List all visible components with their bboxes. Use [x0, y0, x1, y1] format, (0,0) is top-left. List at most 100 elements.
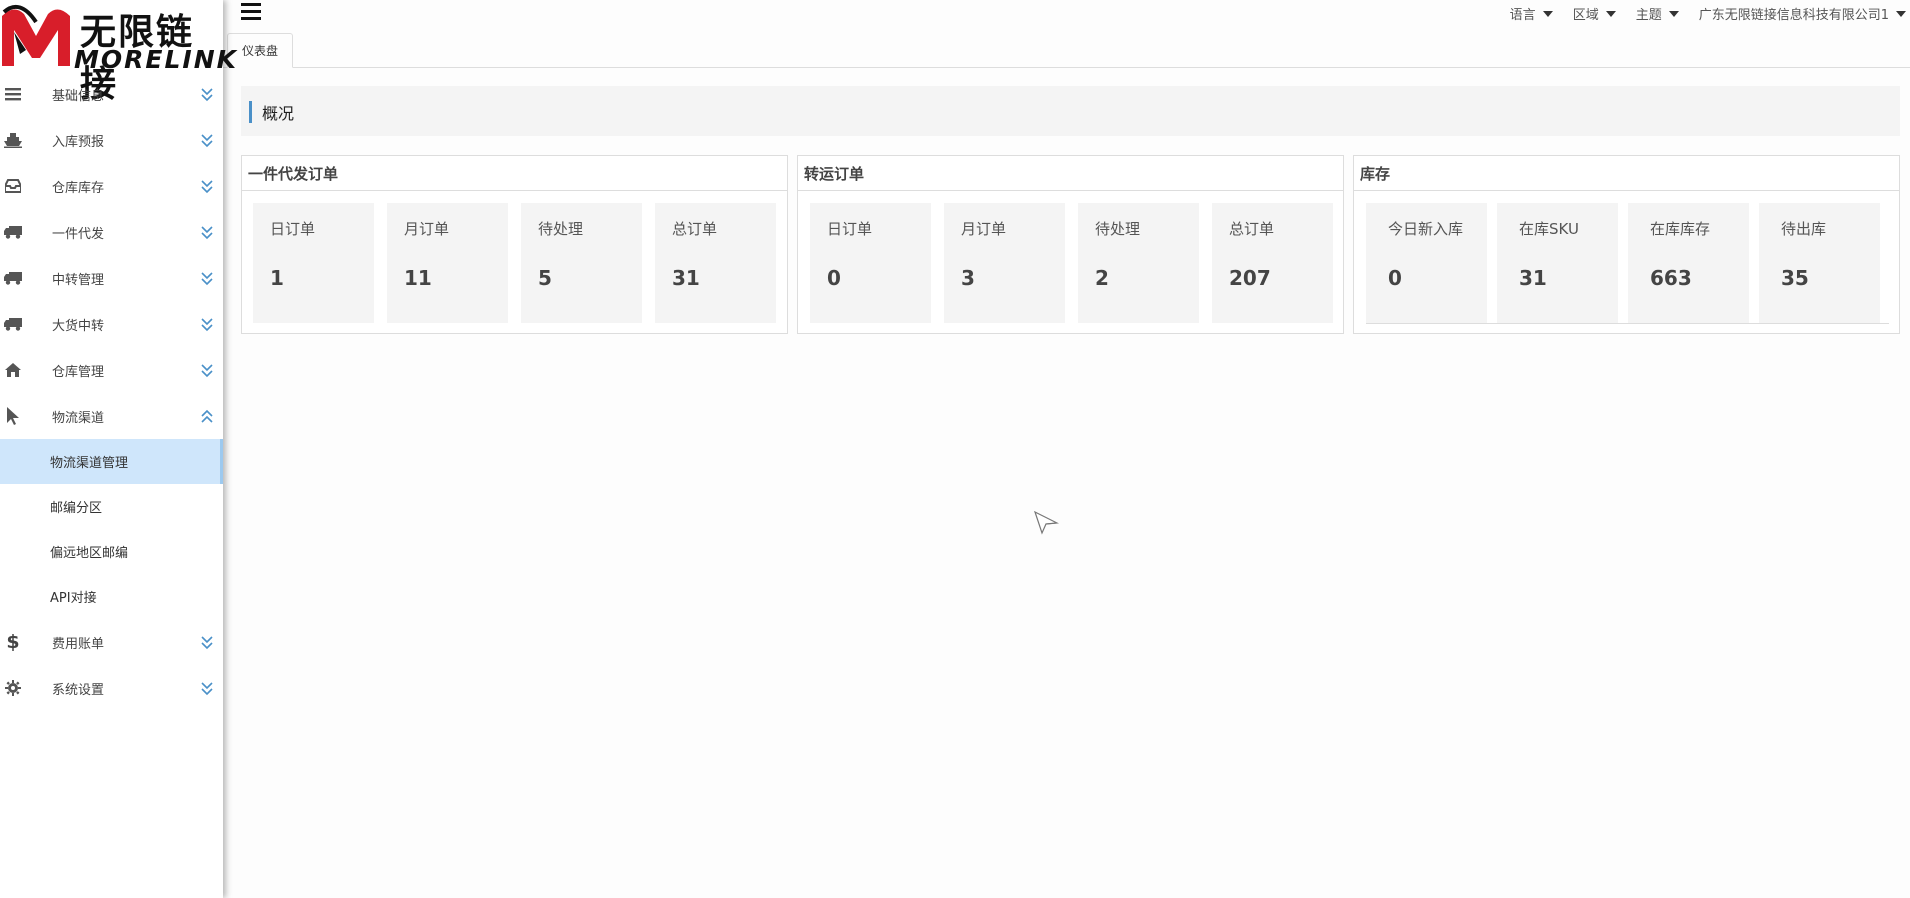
sidebar-item-billing[interactable]: $ 费用账单 [0, 619, 223, 665]
stat-label: 月订单 [961, 220, 1007, 238]
stat-card-monthly-orders[interactable]: 月订单 11 [387, 203, 508, 323]
stat-card-pending-outbound[interactable]: 待出库 35 [1759, 203, 1880, 323]
truck-icon [4, 314, 22, 334]
stat-card-stock-quantity[interactable]: 在库库存 663 [1628, 203, 1749, 323]
double-chevron-down-icon [201, 134, 213, 148]
stat-value: 11 [404, 266, 432, 290]
stat-label: 待处理 [538, 220, 584, 238]
brand-name-en: MORELINK [74, 45, 238, 74]
sidebar-item-inbound-forecast[interactable]: 入库预报 [0, 117, 223, 163]
sidebar-item-label: 一件代发 [52, 226, 105, 242]
stat-label: 总订单 [672, 220, 718, 238]
sidebar-item-label: 系统设置 [52, 682, 105, 698]
sidebar: 无限链接 MORELINK 基础信息 入库预报 仓库库存 一件代发 中转管理 大… [0, 0, 236, 898]
sidebar-item-warehouse-management[interactable]: 仓库管理 [0, 347, 223, 393]
sidebar-item-logistics-channel[interactable]: 物流渠道 [0, 393, 223, 439]
sidebar-subitem-postcode-zones[interactable]: 邮编分区 [0, 484, 223, 529]
app-window: 无限链接 MORELINK 基础信息 入库预报 仓库库存 一件代发 中转管理 大… [0, 0, 1910, 898]
stat-card-total-orders[interactable]: 总订单 207 [1212, 203, 1333, 323]
topbar-menus: 语言 区域 主题 广东无限链接信息科技有限公司1 [1490, 4, 1906, 23]
stat-card-new-inbound-today[interactable]: 今日新入库 0 [1366, 203, 1487, 323]
list-icon [4, 84, 22, 104]
sidebar-item-basic-info[interactable]: 基础信息 [0, 71, 223, 117]
double-chevron-down-icon [201, 272, 213, 286]
sidebar-item-transit-management[interactable]: 中转管理 [0, 255, 223, 301]
stat-card-daily-orders[interactable]: 日订单 0 [810, 203, 931, 323]
sidebar-item-label: 入库预报 [52, 134, 105, 150]
double-chevron-down-icon [201, 88, 213, 102]
stat-value: 31 [672, 266, 700, 290]
topbar: 语言 区域 主题 广东无限链接信息科技有限公司1 [223, 0, 1910, 28]
sidebar-subitem-label: API对接 [50, 591, 97, 606]
stat-value: 0 [827, 266, 841, 290]
sidebar-menu: 基础信息 入库预报 仓库库存 一件代发 中转管理 大货中转 仓库管理 物流渠道 … [0, 71, 223, 711]
double-chevron-down-icon [201, 636, 213, 650]
dropshipping-orders-panel: 一件代发订单 日订单 1 月订单 11 待处理 5 总订单 31 [241, 155, 788, 334]
stat-card-pending[interactable]: 待处理 5 [521, 203, 642, 323]
stat-value: 35 [1781, 266, 1809, 290]
stat-card-total-orders[interactable]: 总订单 31 [655, 203, 776, 323]
region-label: 区域 [1572, 8, 1599, 23]
sidebar-item-label: 仓库管理 [52, 364, 105, 380]
caret-down-icon [1542, 10, 1553, 17]
sidebar-item-dropshipping[interactable]: 一件代发 [0, 209, 223, 255]
sidebar-item-label: 仓库库存 [52, 180, 105, 196]
stat-label: 总订单 [1229, 220, 1275, 238]
stat-card-monthly-orders[interactable]: 月订单 3 [944, 203, 1065, 323]
overview-header: 概况 [241, 86, 1900, 136]
stat-value: 207 [1229, 266, 1271, 290]
stat-value: 663 [1650, 266, 1692, 290]
paper-plane-cursor-icon [1033, 510, 1059, 535]
caret-down-icon [1668, 10, 1679, 17]
sidebar-subitem-label: 物流渠道管理 [50, 456, 129, 471]
company-label: 广东无限链接信息科技有限公司1 [1698, 8, 1889, 23]
double-chevron-up-icon [201, 409, 213, 423]
stat-label: 在库库存 [1650, 220, 1711, 238]
morelink-logo-icon [2, 4, 70, 67]
truck-icon [4, 268, 22, 288]
language-label: 语言 [1509, 8, 1536, 23]
sidebar-subitem-remote-area-postcodes[interactable]: 偏远地区邮编 [0, 529, 223, 574]
company-dropdown[interactable]: 广东无限链接信息科技有限公司1 [1699, 4, 1906, 23]
double-chevron-down-icon [201, 364, 213, 378]
double-chevron-down-icon [201, 226, 213, 240]
language-dropdown[interactable]: 语言 [1510, 4, 1553, 23]
region-dropdown[interactable]: 区域 [1573, 4, 1616, 23]
stat-label: 月订单 [404, 220, 450, 238]
ship-icon [4, 130, 22, 150]
overview-accent-bar [249, 101, 252, 123]
sidebar-item-system-settings[interactable]: 系统设置 [0, 665, 223, 711]
panel-title: 一件代发订单 [242, 156, 787, 191]
sidebar-subitem-api-integration[interactable]: API对接 [0, 574, 223, 619]
inventory-stats-row: 今日新入库 0 在库SKU 31 在库库存 663 待出库 35 [1366, 203, 1889, 324]
inventory-panel: 库存 今日新入库 0 在库SKU 31 在库库存 663 待出库 35 [1353, 155, 1900, 334]
sidebar-subitem-channel-management[interactable]: 物流渠道管理 [0, 439, 223, 484]
stat-value: 1 [270, 266, 284, 290]
overview-title: 概况 [262, 104, 295, 123]
brand-logo[interactable]: 无限链接 MORELINK [0, 0, 236, 105]
sidebar-subitem-label: 邮编分区 [50, 501, 103, 516]
stat-label: 日订单 [827, 220, 873, 238]
stat-value: 0 [1388, 266, 1402, 290]
hamburger-menu-icon[interactable] [241, 3, 261, 21]
stat-label: 待处理 [1095, 220, 1141, 238]
gear-icon [4, 678, 22, 698]
sidebar-item-warehouse-stock[interactable]: 仓库库存 [0, 163, 223, 209]
stat-label: 待出库 [1781, 220, 1827, 238]
home-icon [4, 360, 22, 380]
double-chevron-down-icon [201, 180, 213, 194]
stat-card-pending[interactable]: 待处理 2 [1078, 203, 1199, 323]
stat-label: 在库SKU [1519, 220, 1579, 238]
sidebar-subitem-label: 偏远地区邮编 [50, 546, 129, 561]
theme-dropdown[interactable]: 主题 [1636, 4, 1679, 23]
stat-value: 2 [1095, 266, 1109, 290]
double-chevron-down-icon [201, 682, 213, 696]
stat-card-sku-in-stock[interactable]: 在库SKU 31 [1497, 203, 1618, 323]
sidebar-item-label: 基础信息 [52, 88, 105, 104]
sidebar-item-bulk-transit[interactable]: 大货中转 [0, 301, 223, 347]
stat-label: 今日新入库 [1388, 220, 1464, 238]
caret-down-icon [1605, 10, 1616, 17]
stat-card-daily-orders[interactable]: 日订单 1 [253, 203, 374, 323]
dollar-icon: $ [6, 631, 20, 653]
transit-orders-panel: 转运订单 日订单 0 月订单 3 待处理 2 总订单 207 [797, 155, 1344, 334]
